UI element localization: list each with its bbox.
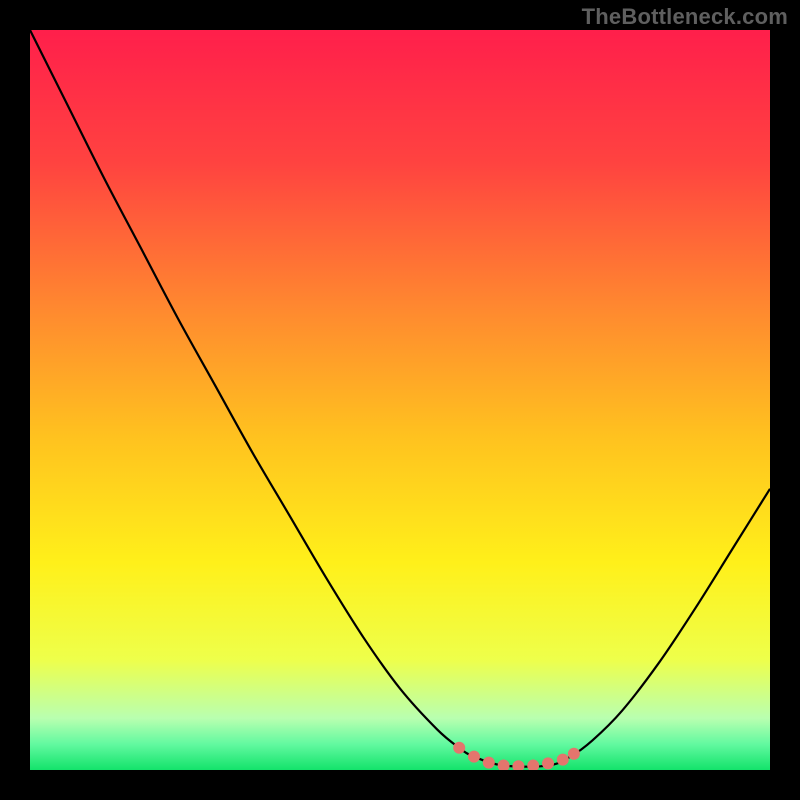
gradient-background bbox=[30, 30, 770, 770]
bottleneck-chart bbox=[30, 30, 770, 770]
trough-marker bbox=[568, 748, 580, 760]
trough-marker bbox=[483, 757, 495, 769]
trough-marker bbox=[557, 754, 569, 766]
trough-marker bbox=[453, 742, 465, 754]
plot-area bbox=[30, 30, 770, 770]
chart-frame: TheBottleneck.com bbox=[0, 0, 800, 800]
trough-marker bbox=[542, 757, 554, 769]
trough-marker bbox=[468, 751, 480, 763]
watermark-text: TheBottleneck.com bbox=[582, 4, 788, 30]
